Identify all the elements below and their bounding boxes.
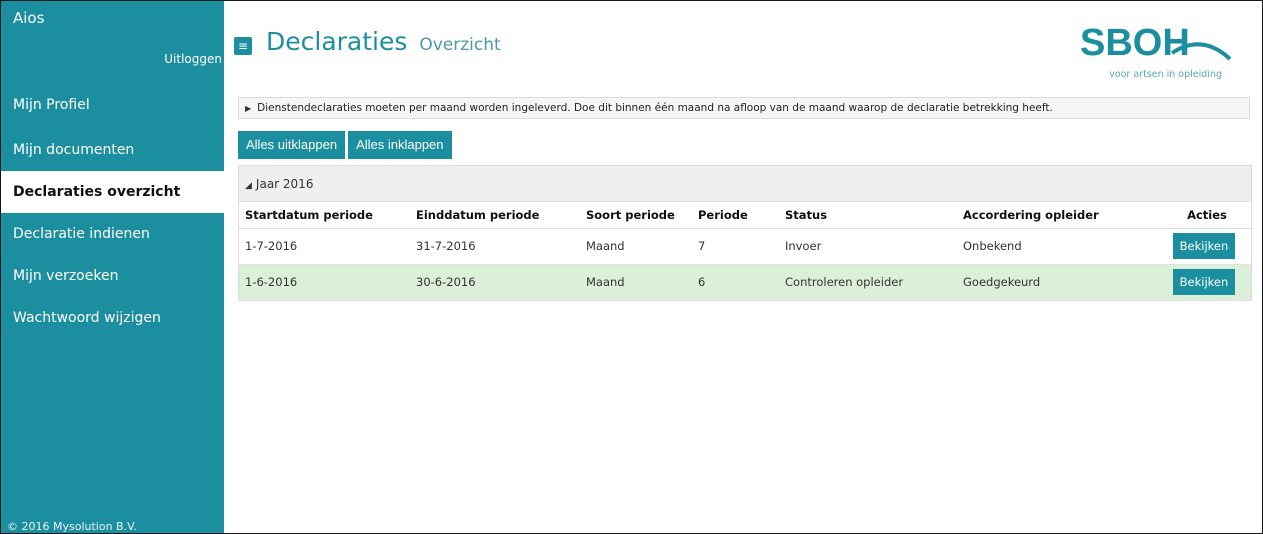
page-header: ≡ Declaraties Overzicht SBOH voor artsen… xyxy=(224,1,1262,85)
cell-type: Maand xyxy=(580,264,692,301)
expand-all-button[interactable]: Alles uitklappen xyxy=(238,131,346,159)
page-subtitle: Overzicht xyxy=(419,35,501,55)
year-group-label: Jaar 2016 xyxy=(255,177,314,191)
sidebar-item-mijn-verzoeken[interactable]: Mijn verzoeken xyxy=(1,255,224,297)
sidebar-header: Aios Uitloggen xyxy=(1,1,224,87)
app-name: Aios xyxy=(13,9,45,27)
expand-triangle-icon: ▶ xyxy=(245,104,252,113)
cell-status: Invoer xyxy=(779,228,957,265)
cell-end: 30-6-2016 xyxy=(410,264,580,301)
sidebar-item-declaraties-overzicht[interactable]: Declaraties overzicht xyxy=(1,171,224,213)
cell-actions: Bekijken xyxy=(1157,264,1251,301)
table-row: 1-7-2016 31-7-2016 Maand 7 Invoer Onbeke… xyxy=(239,228,1251,265)
cell-approval: Onbekend xyxy=(957,228,1157,265)
collapse-all-button[interactable]: Alles inklappen xyxy=(348,131,452,159)
sidebar-item-mijn-profiel[interactable]: Mijn Profiel xyxy=(1,87,224,129)
info-bar-text: Dienstendeclaraties moeten per maand wor… xyxy=(257,102,1053,114)
cell-end: 31-7-2016 xyxy=(410,228,580,265)
menu-icon[interactable]: ≡ xyxy=(234,37,252,55)
collapse-triangle-icon: ◢ xyxy=(245,181,252,191)
logo-mark: SBOH xyxy=(1080,22,1232,64)
table-row: 1-6-2016 30-6-2016 Maand 6 Controleren o… xyxy=(239,264,1251,301)
sidebar-item-mijn-documenten[interactable]: Mijn documenten xyxy=(1,129,224,171)
column-header-status: Status xyxy=(779,202,957,229)
table-header-row: Startdatum periode Einddatum periode Soo… xyxy=(239,202,1251,229)
column-header-end: Einddatum periode xyxy=(410,202,580,229)
logo-text: SBOH xyxy=(1080,22,1190,64)
cell-actions: Bekijken xyxy=(1157,228,1251,265)
cell-type: Maand xyxy=(580,228,692,265)
sidebar: Aios Uitloggen Mijn Profiel Mijn documen… xyxy=(1,1,224,533)
page-title-text: Declaraties xyxy=(266,27,408,56)
copyright-text: © 2016 Mysolution B.V. xyxy=(7,520,137,533)
cell-approval: Goedgekeurd xyxy=(957,264,1157,301)
sboh-logo: SBOH voor artsen in opleiding xyxy=(1072,15,1232,80)
cell-period: 7 xyxy=(692,228,779,265)
cell-period: 6 xyxy=(692,264,779,301)
year-group-header[interactable]: ◢ Jaar 2016 xyxy=(239,166,1251,202)
view-button[interactable]: Bekijken xyxy=(1172,233,1236,259)
info-bar[interactable]: ▶ Dienstendeclaraties moeten per maand wo… xyxy=(238,97,1250,119)
column-header-actions: Acties xyxy=(1157,202,1251,229)
view-button[interactable]: Bekijken xyxy=(1172,269,1236,295)
column-header-type: Soort periode xyxy=(580,202,692,229)
cell-status: Controleren opleider xyxy=(779,264,957,301)
button-row: Alles uitklappen Alles inklappen xyxy=(238,131,455,159)
declarations-table: Startdatum periode Einddatum periode Soo… xyxy=(239,202,1251,301)
sidebar-item-wachtwoord-wijzigen[interactable]: Wachtwoord wijzigen xyxy=(1,297,224,339)
page-title: Declaraties Overzicht xyxy=(266,27,501,56)
year-panel: ◢ Jaar 2016 Startdatum periode Einddatum … xyxy=(238,165,1252,301)
cell-start: 1-7-2016 xyxy=(239,228,410,265)
column-header-start: Startdatum periode xyxy=(239,202,410,229)
cell-start: 1-6-2016 xyxy=(239,264,410,301)
sidebar-item-declaratie-indienen[interactable]: Declaratie indienen xyxy=(1,213,224,255)
logo-tagline: voor artsen in opleiding xyxy=(1109,69,1222,80)
app-window: Aios Uitloggen Mijn Profiel Mijn documen… xyxy=(0,0,1263,534)
logout-link[interactable]: Uitloggen xyxy=(164,52,222,66)
column-header-approval: Accordering opleider xyxy=(957,202,1157,229)
sidebar-nav: Mijn Profiel Mijn documenten Declaraties… xyxy=(1,87,224,339)
column-header-period: Periode xyxy=(692,202,779,229)
main-content: ▶ Dienstendeclaraties moeten per maand wo… xyxy=(224,85,1262,533)
